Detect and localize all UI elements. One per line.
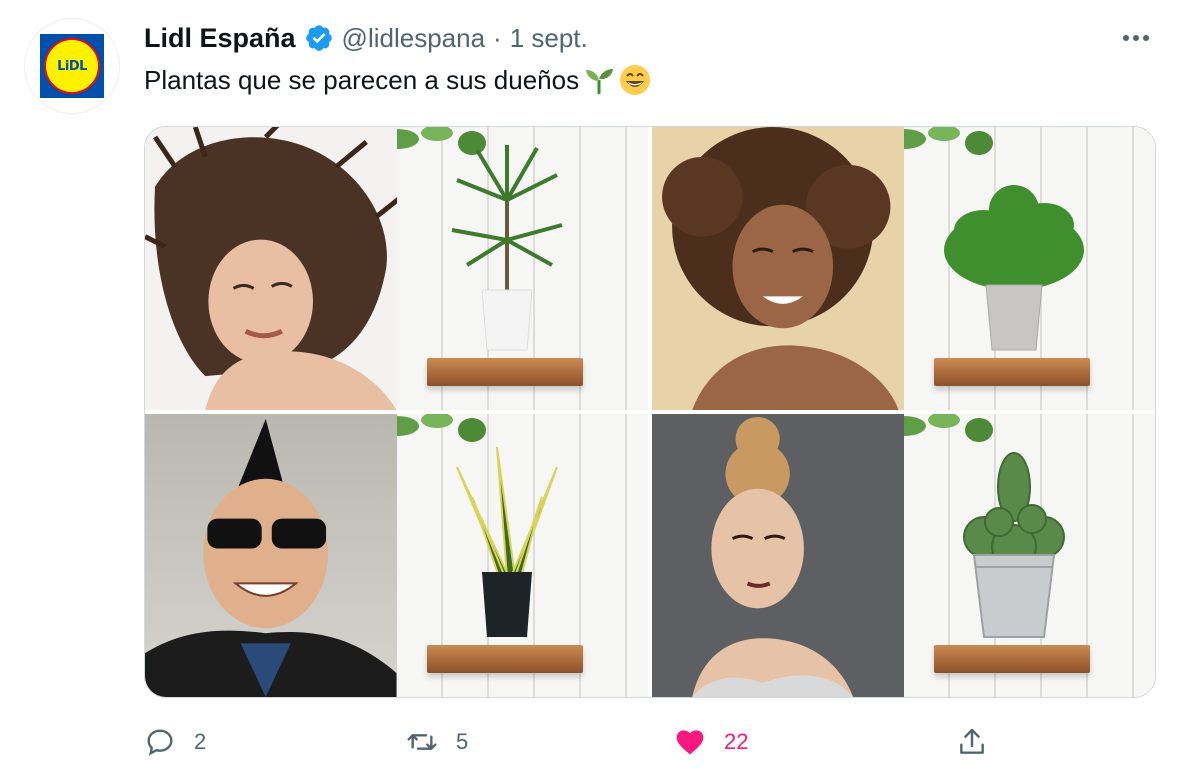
portrait-hair-bun xyxy=(652,414,904,697)
plant-panel-cactus xyxy=(903,414,1155,697)
media-tile[interactable] xyxy=(652,127,1155,410)
tweet-actions: 2 5 22 xyxy=(144,722,1154,762)
retweet-icon xyxy=(407,734,437,750)
share-button[interactable] xyxy=(956,722,988,762)
verified-badge-icon xyxy=(305,25,332,51)
like-count: 22 xyxy=(724,729,749,754)
wood-shelf xyxy=(426,645,583,673)
author-name[interactable]: Lidl España xyxy=(144,23,296,54)
fern-plant-icon xyxy=(943,185,1084,351)
wood-shelf xyxy=(933,358,1090,386)
grinning-emoji-icon xyxy=(620,65,651,95)
portrait-mohawk-sunglasses xyxy=(145,414,397,697)
retweet-count: 5 xyxy=(456,729,469,754)
tweet-date[interactable]: 1 sept. xyxy=(510,23,588,54)
reply-icon xyxy=(147,729,173,756)
avatar[interactable]: LiDL xyxy=(24,18,120,114)
author-handle[interactable]: @lidlespana xyxy=(342,23,485,54)
like-button[interactable]: 22 xyxy=(674,722,748,762)
share-icon xyxy=(960,728,984,754)
heart-icon xyxy=(676,730,704,755)
reply-button[interactable]: 2 xyxy=(144,722,206,762)
tweet-header: Lidl España @lidlespana · 1 sept. xyxy=(144,20,588,56)
more-options-icon[interactable] xyxy=(1118,28,1154,48)
plant-panel-fern xyxy=(903,127,1155,410)
portrait-windblown-hair xyxy=(145,127,397,410)
cactus-plant-icon xyxy=(962,452,1065,638)
separator-dot: · xyxy=(493,22,502,53)
plant-panel-dracaena xyxy=(396,127,648,410)
media-grid[interactable] xyxy=(144,126,1156,698)
media-tile[interactable] xyxy=(145,414,648,697)
retweet-button[interactable]: 5 xyxy=(406,722,468,762)
wood-shelf xyxy=(933,645,1090,673)
wood-shelf xyxy=(426,358,583,386)
lidl-logo-text: LiDL xyxy=(57,58,87,74)
media-tile[interactable] xyxy=(652,414,1155,697)
tweet-text: Plantas que se parecen a sus dueños xyxy=(144,64,651,96)
media-tile[interactable] xyxy=(145,127,648,410)
snake-plant-icon xyxy=(455,446,558,637)
tweet-body: Plantas que se parecen a sus dueños xyxy=(144,64,580,95)
plant-panel-snake xyxy=(396,414,648,697)
lidl-logo: LiDL xyxy=(40,34,104,98)
portrait-curly-hair xyxy=(652,127,904,410)
dracaena-plant-icon xyxy=(451,145,563,351)
reply-count: 2 xyxy=(194,729,207,754)
seedling-emoji-icon xyxy=(586,69,614,94)
